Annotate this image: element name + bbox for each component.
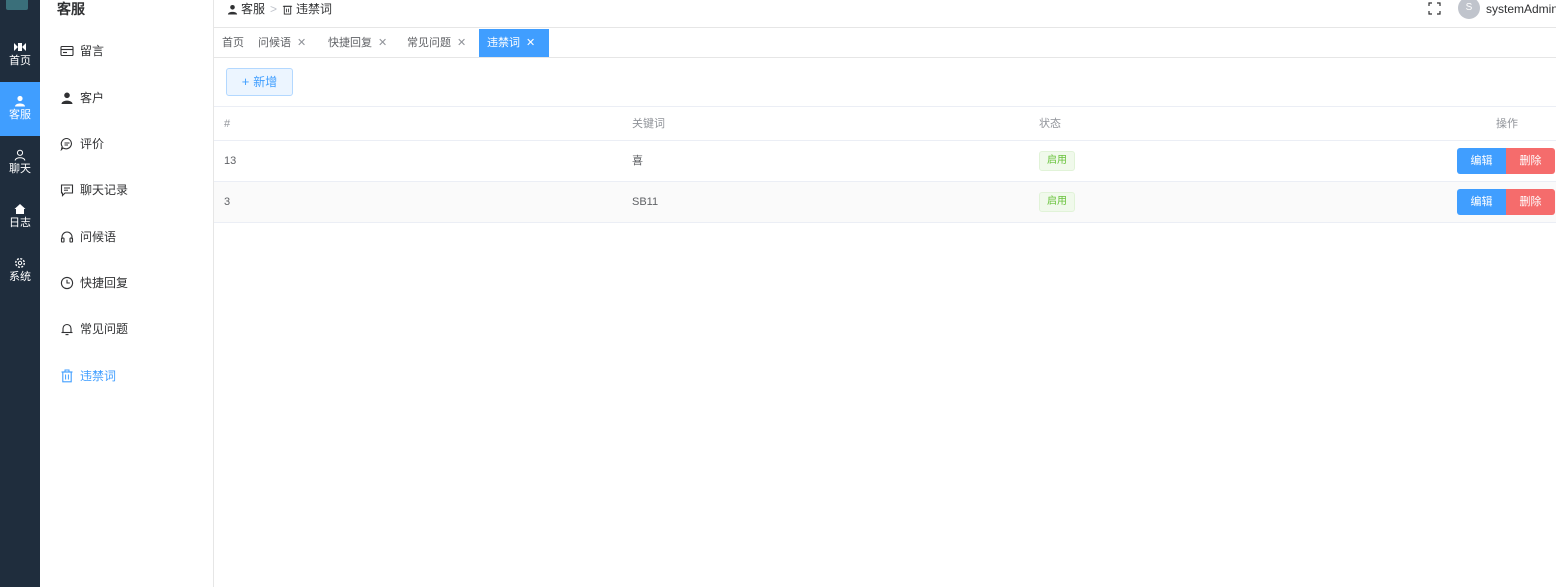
close-icon[interactable]: ✕ [297, 37, 306, 49]
breadcrumb-item-current: 违禁词 [296, 2, 333, 16]
edit-button[interactable]: 编辑 [1457, 189, 1506, 215]
trash-icon [282, 5, 293, 15]
sidebar-item-label: 问候语 [80, 230, 117, 244]
sidebar-item-chat-records[interactable]: 聊天记录 [40, 167, 213, 213]
sidebar-item-label: 留言 [80, 44, 105, 58]
sidebar-item-label: 快捷回复 [80, 276, 129, 290]
logo-icon [0, 38, 40, 54]
column-header-id: # [224, 118, 231, 130]
column-header-keyword: 关键词 [632, 118, 665, 130]
cell-keyword: SB11 [632, 196, 659, 208]
column-header-actions: 操作 [1496, 118, 1518, 130]
sub-sidebar: 客服 留言 客户 评价 聊天记录 问候语 快捷回复 常见问题 违禁词 [40, 0, 214, 587]
rail-item-home[interactable]: 首页 [0, 28, 40, 82]
sidebar-item-ratings[interactable]: 评价 [40, 121, 213, 167]
tab-banned-words[interactable]: 违禁词 ✕ [479, 29, 549, 57]
tab-quick-reply[interactable]: 快捷回复 ✕ [320, 29, 395, 57]
add-button-label: 新增 [253, 75, 278, 89]
sidebar-item-faq[interactable]: 常见问题 [40, 306, 213, 352]
tab-greetings[interactable]: 问候语 ✕ [250, 29, 314, 57]
tab-label: 问候语 [258, 37, 291, 49]
rail-item-label: 日志 [9, 217, 31, 229]
edit-button[interactable]: 编辑 [1457, 148, 1506, 174]
user-icon [60, 91, 74, 105]
rail-item-label: 聊天 [9, 163, 31, 175]
breadcrumb-separator-icon: > [270, 2, 278, 16]
tab-label: 违禁词 [487, 37, 520, 49]
user-icon [227, 4, 238, 15]
cell-keyword: 喜 [632, 155, 643, 167]
sidebar-item-banned-words[interactable]: 违禁词 [40, 353, 213, 399]
close-icon[interactable]: ✕ [526, 37, 535, 49]
tab-label: 快捷回复 [328, 37, 372, 49]
clock-icon [60, 276, 74, 290]
sidebar-item-label: 评价 [80, 137, 105, 151]
sidebar-item-label: 违禁词 [80, 369, 117, 383]
sidebar-item-customers[interactable]: 客户 [40, 75, 213, 121]
breadcrumb-item-service[interactable]: 客服 [241, 0, 265, 18]
tab-label: 常见问题 [407, 37, 451, 49]
sidebar-item-quick-reply[interactable]: 快捷回复 [40, 260, 213, 306]
rail-item-label: 系统 [9, 271, 31, 283]
app-root: 首页 客服 聊天 日志 系统 客服 留言 客户 评价 聊天记录 问候语 快捷回复… [0, 0, 1556, 587]
sidebar-item-label: 客户 [80, 91, 105, 105]
avatar[interactable]: S [1458, 0, 1480, 19]
home-icon [0, 200, 40, 216]
message-board-icon [60, 44, 74, 58]
sidebar-item-label: 常见问题 [80, 322, 129, 336]
status-badge: 启用 [1039, 151, 1075, 171]
add-button[interactable]: + 新增 [226, 68, 293, 96]
user-icon [0, 92, 40, 108]
plus-icon: + [241, 74, 250, 89]
close-icon[interactable]: ✕ [457, 37, 466, 49]
sidebar-item-greetings[interactable]: 问候语 [40, 214, 213, 260]
comment-icon [60, 137, 74, 151]
person-outline-icon [0, 146, 40, 162]
rail-item-log[interactable]: 日志 [0, 190, 40, 244]
cell-id: 3 [224, 196, 231, 208]
bell-icon [60, 322, 74, 336]
rail-item-system[interactable]: 系统 [0, 244, 40, 298]
table-row: 3 SB11 启用 编辑 删除 [214, 182, 1556, 223]
column-header-status: 状态 [1039, 118, 1061, 130]
rail-item-label: 客服 [9, 109, 31, 121]
status-badge: 启用 [1039, 192, 1075, 212]
delete-button[interactable]: 删除 [1506, 189, 1555, 215]
sidebar-item-label: 聊天记录 [80, 183, 129, 197]
banned-words-table: # 关键词 状态 操作 13 喜 启用 编辑 删除 3 SB11 启用 编辑 删… [214, 106, 1556, 223]
rail-item-label: 首页 [9, 55, 31, 67]
main-nav-rail: 首页 客服 聊天 日志 系统 [0, 0, 40, 587]
breadcrumb: 客服 > 违禁词 [227, 0, 332, 18]
tab-home[interactable]: 首页 [214, 29, 252, 57]
gear-icon [0, 254, 40, 270]
sidebar-item-messages[interactable]: 留言 [40, 28, 213, 74]
delete-button[interactable]: 删除 [1506, 148, 1555, 174]
trash-icon [60, 369, 74, 383]
chat-record-icon [60, 183, 74, 197]
fullscreen-icon[interactable] [1428, 2, 1441, 15]
tab-faq[interactable]: 常见问题 ✕ [399, 29, 474, 57]
table-header: # 关键词 状态 操作 [214, 107, 1556, 141]
table-row: 13 喜 启用 编辑 删除 [214, 141, 1556, 182]
tab-label: 首页 [222, 37, 244, 49]
sidebar-title: 客服 [57, 1, 85, 17]
rail-item-chat[interactable]: 聊天 [0, 136, 40, 190]
rail-item-service[interactable]: 客服 [0, 82, 40, 136]
top-header: 客服 > 违禁词 S systemAdmin [214, 0, 1556, 28]
app-logo [0, 0, 40, 28]
headset-icon [60, 230, 74, 244]
cell-id: 13 [224, 155, 237, 167]
close-icon[interactable]: ✕ [378, 37, 387, 49]
username-label[interactable]: systemAdmin [1486, 0, 1556, 18]
tags-view-bar: 首页 问候语 ✕ 快捷回复 ✕ 常见问题 ✕ 违禁词 ✕ [214, 29, 1556, 58]
